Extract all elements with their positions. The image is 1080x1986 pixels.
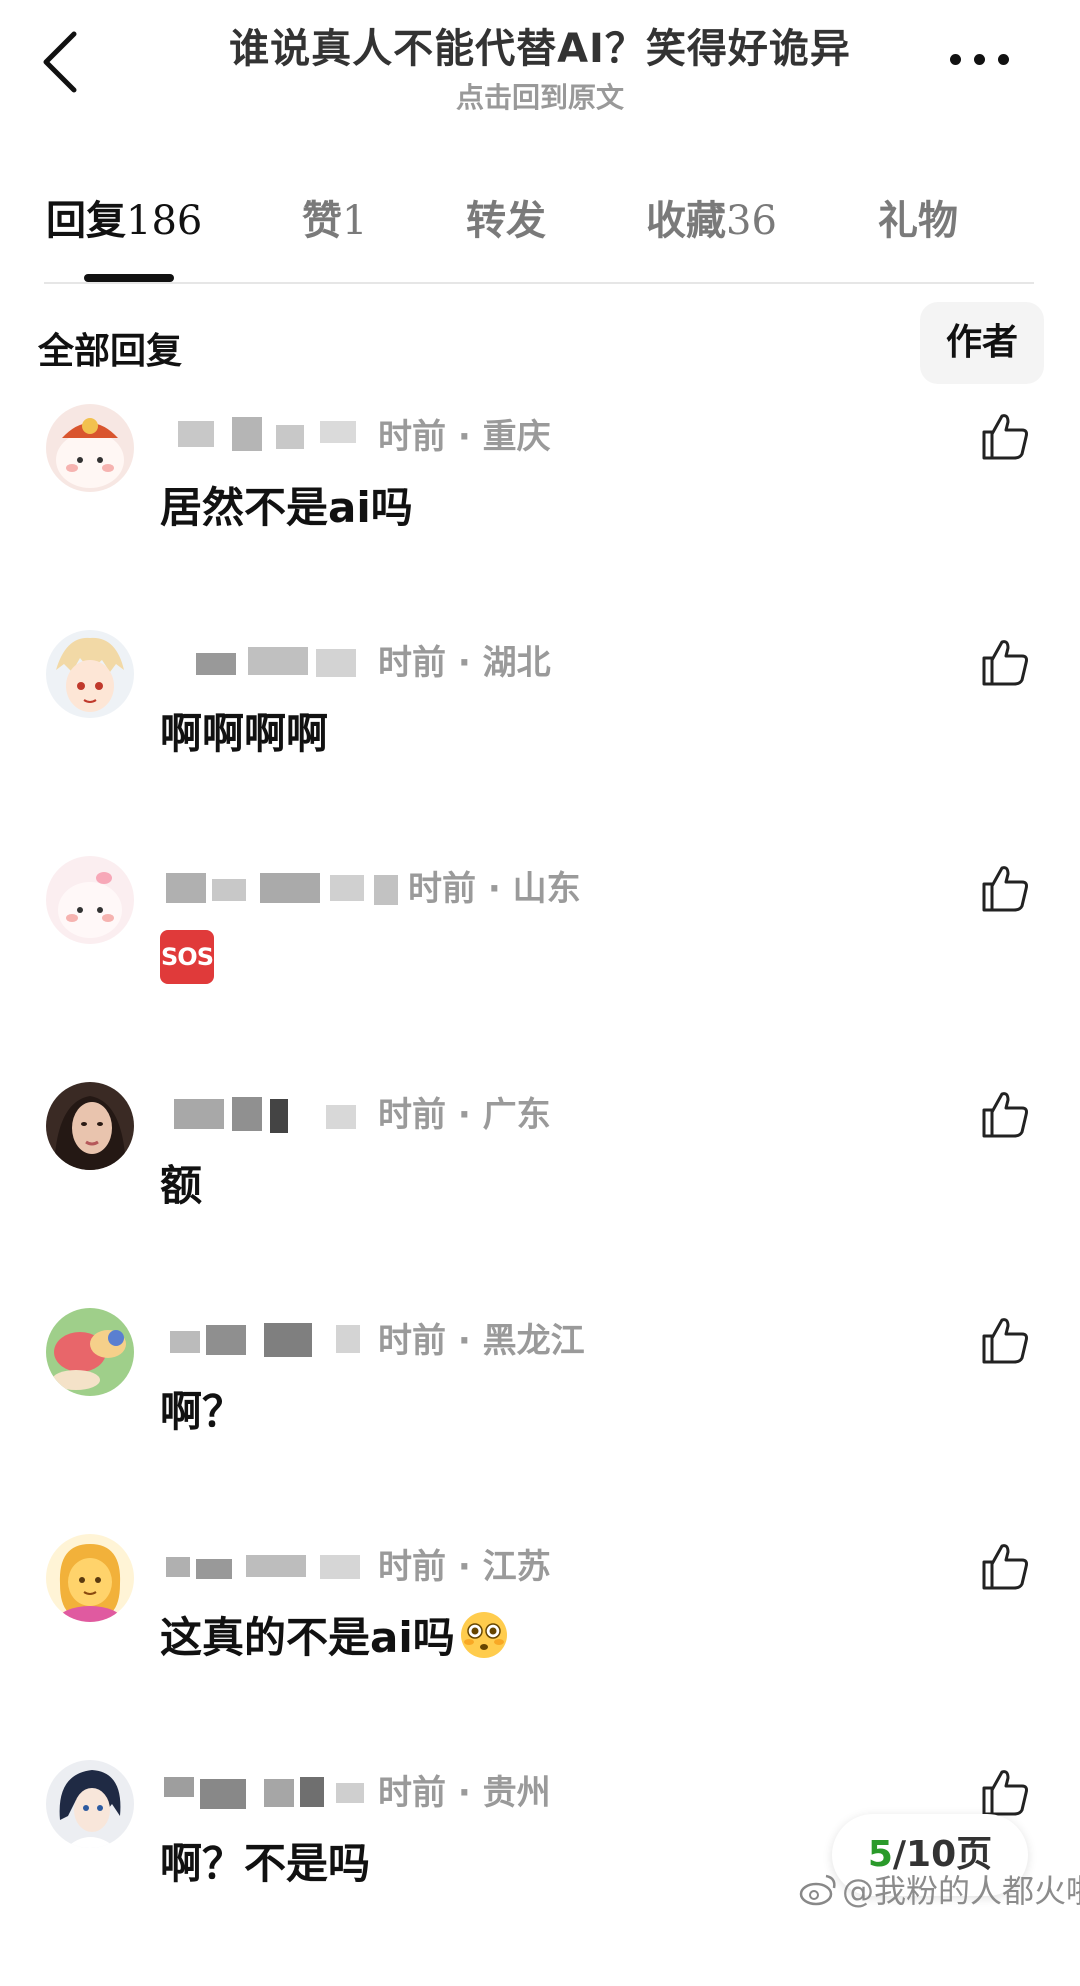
tab-replies[interactable]: 回复186 (46, 188, 202, 246)
tab-favorites[interactable]: 收藏36 (646, 188, 777, 246)
blurred-username (160, 639, 370, 679)
tab-likes[interactable]: 赞1 (302, 188, 367, 246)
thumbs-up-icon (982, 866, 1028, 912)
comment-item: 时前 · 江苏 这真的不是ai吗 (0, 1534, 1080, 1760)
blurred-username (160, 1543, 370, 1583)
emoji-avatar-icon (46, 1534, 134, 1622)
thumbs-up-icon (982, 1544, 1028, 1590)
anime-avatar-icon (46, 630, 134, 718)
top-bar: 谁说真人不能代替AI？笑得好诡异 点击回到原文 (0, 0, 1080, 130)
flushed-face-emoji-icon (460, 1612, 507, 1658)
avatar[interactable] (46, 1760, 134, 1848)
comment-meta: 时前 · 黑龙江 (378, 1320, 585, 1361)
comment-meta: 时前 · 贵州 (378, 1772, 551, 1813)
avatar[interactable] (46, 404, 134, 492)
comment-item: 时前 · 湖北 啊啊啊啊 (0, 630, 1080, 856)
anime-avatar-icon (46, 1760, 134, 1848)
back-button[interactable] (38, 28, 98, 98)
weibo-logo-icon (799, 1874, 836, 1906)
comment-item: 时前 · 重庆 居然不是ai吗 (0, 404, 1080, 630)
blurred-username (160, 1317, 370, 1357)
cartoon-avatar-icon (46, 856, 134, 944)
comment-meta: 时前 · 山东 (408, 868, 581, 909)
avatar[interactable] (46, 1082, 134, 1170)
comment-meta: 时前 · 湖北 (378, 642, 551, 683)
avatar[interactable] (46, 1308, 134, 1396)
like-button[interactable] (978, 1088, 1030, 1140)
author-filter-button[interactable]: 作者 (920, 302, 1044, 384)
more-dots-icon (950, 54, 961, 65)
avatar[interactable] (46, 630, 134, 718)
section-title: 全部回复 (38, 331, 183, 372)
thumbs-up-icon (982, 640, 1028, 686)
more-button[interactable] (940, 40, 1020, 80)
comment-text: 居然不是ai吗 (160, 483, 413, 532)
like-button[interactable] (978, 636, 1030, 688)
cartoon-avatar-icon (46, 404, 134, 492)
comment-item: 时前 · 山东 SOS (0, 856, 1080, 1082)
tabs-divider (44, 282, 1034, 284)
blurred-username (160, 1769, 370, 1809)
comment-text: 啊啊啊啊 (160, 709, 329, 758)
comment-meta: 时前 · 重庆 (378, 416, 551, 457)
comment-item: 时前 · 黑龙江 啊？ (0, 1308, 1080, 1534)
like-button[interactable] (978, 1766, 1030, 1818)
tab-bar: 回复186 赞1 转发 收藏36 礼物 (0, 188, 1080, 288)
comment-meta: 时前 · 江苏 (378, 1546, 551, 1587)
thumbs-up-icon (982, 1318, 1028, 1364)
post-title[interactable]: 谁说真人不能代替AI？笑得好诡异 (140, 16, 940, 74)
back-arrow-icon (43, 31, 77, 93)
back-to-original-link[interactable]: 点击回到原文 (140, 76, 940, 116)
tab-gifts[interactable]: 礼物 (878, 188, 958, 246)
active-tab-indicator (84, 274, 174, 282)
avatar[interactable] (46, 1534, 134, 1622)
watermark-text: @我粉的人都火啦 (842, 1872, 1080, 1910)
photo-avatar-icon (46, 1082, 134, 1170)
like-button[interactable] (978, 1314, 1030, 1366)
thumbs-up-icon (982, 414, 1028, 460)
comment-meta: 时前 · 广东 (378, 1094, 551, 1135)
thumbs-up-icon (982, 1092, 1028, 1138)
sos-emoji: SOS (160, 930, 214, 984)
comment-item: 时前 · 广东 额 (0, 1082, 1080, 1308)
like-button[interactable] (978, 410, 1030, 462)
comment-text: 额 (160, 1161, 203, 1210)
like-button[interactable] (978, 862, 1030, 914)
comment-text: 这真的不是ai吗 (160, 1613, 455, 1662)
like-button[interactable] (978, 1540, 1030, 1592)
blurred-username (160, 413, 370, 453)
comment-text: 啊？ (160, 1387, 245, 1436)
thumbs-up-icon (982, 1770, 1028, 1816)
blurred-username (160, 1091, 370, 1133)
tab-reposts[interactable]: 转发 (466, 188, 546, 246)
watermark: @我粉的人都火啦 (798, 1866, 1080, 1912)
cartoon-avatar-icon (46, 1308, 134, 1396)
blurred-username (160, 865, 400, 905)
avatar[interactable] (46, 856, 134, 944)
comment-text: 啊？不是吗 (160, 1839, 371, 1888)
